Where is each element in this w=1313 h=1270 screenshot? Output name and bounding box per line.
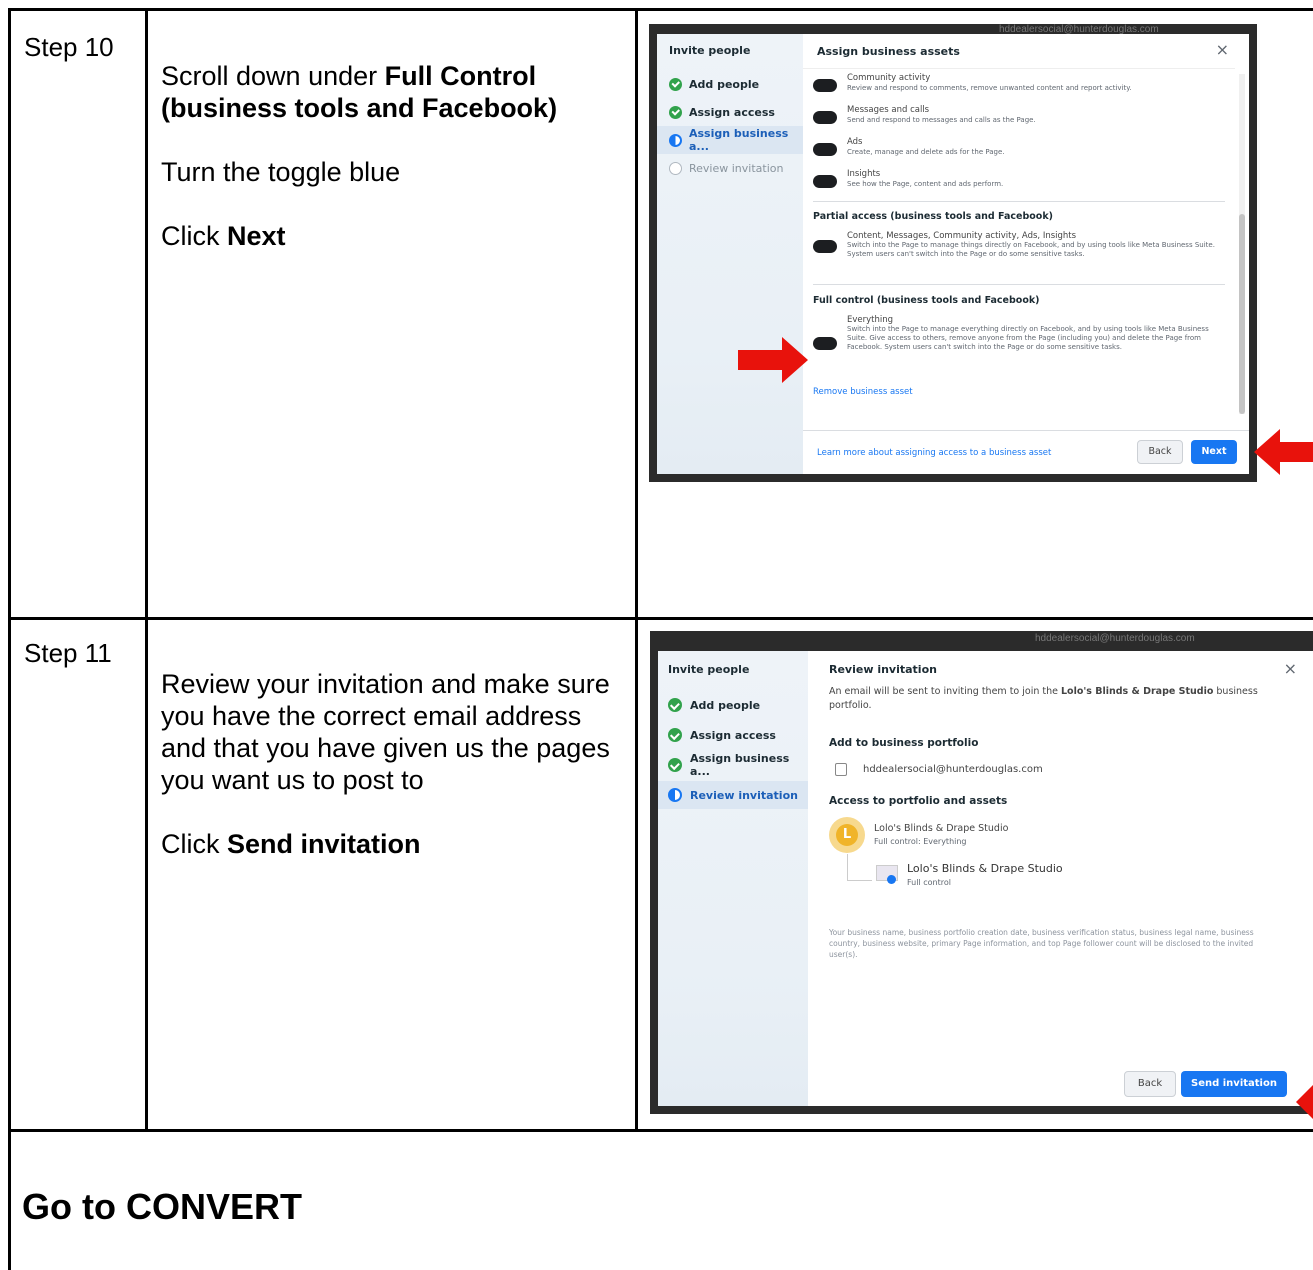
red-arrow-right-icon — [738, 337, 808, 383]
sidebar-step-assign-access[interactable]: Assign access — [657, 102, 803, 122]
section-divider — [813, 284, 1225, 285]
intro-text: An email will be sent to inviting them t… — [829, 686, 1258, 711]
check-circle-icon — [668, 758, 682, 772]
assets-scroll-area: Community activity Review and respond to… — [803, 68, 1235, 421]
person-badge-icon — [835, 763, 847, 776]
learn-more-link[interactable]: Learn more about assigning access to a b… — [817, 448, 1051, 458]
sidebar-step-add-people[interactable]: Add people — [658, 695, 808, 715]
sidebar-step-review[interactable]: Review invitation — [657, 158, 803, 178]
half-circle-progress-icon — [668, 788, 682, 802]
red-arrow-left-icon — [1254, 429, 1313, 475]
dialog-header: Review invitation — [829, 663, 937, 676]
permission-insights: Insights See how the Page, content and a… — [813, 169, 1003, 189]
permission-partial: Content, Messages, Community activity, A… — [813, 231, 1225, 259]
portfolio-access: Full control: Everything — [874, 837, 967, 846]
scrollbar-thumb[interactable] — [1239, 214, 1245, 414]
step-10-line-2: Turn the toggle blue — [161, 157, 401, 187]
step-10-line-1: Scroll down under Full Control (business… — [161, 61, 558, 123]
add-portfolio-heading: Add to business portfolio — [829, 737, 979, 749]
back-button[interactable]: Back — [1137, 440, 1183, 464]
full-control-heading: Full control (business tools and Faceboo… — [813, 295, 1040, 306]
half-circle-progress-icon — [669, 133, 682, 147]
table-col-divider-1 — [145, 8, 148, 1132]
disclosure-text: Your business name, business portfolio c… — [829, 928, 1254, 959]
table-border-left — [8, 8, 11, 1270]
close-icon[interactable]: × — [1216, 40, 1229, 59]
next-button[interactable]: Next — [1191, 440, 1237, 464]
permission-community: Community activity Review and respond to… — [813, 73, 1132, 93]
table-col-divider-2 — [635, 8, 638, 1132]
check-circle-icon — [669, 105, 682, 119]
back-button[interactable]: Back — [1124, 1071, 1176, 1097]
table-border-top — [8, 8, 1313, 11]
portfolio-name: Lolo's Blinds & Drape Studio — [874, 823, 1009, 834]
red-arrow-left-icon — [1296, 1085, 1313, 1119]
check-circle-icon — [669, 77, 682, 91]
table-border-row2-bottom — [8, 1129, 1313, 1132]
close-icon[interactable]: × — [1284, 659, 1297, 678]
step-10-instructions: Scroll down under Full Control (business… — [161, 60, 621, 252]
step-10-screenshot: hddealersocial@hunterdouglas.com Invite … — [649, 24, 1257, 482]
scrollbar[interactable] — [1239, 74, 1245, 414]
dialog-header: Assign business assets — [817, 45, 960, 58]
sidebar-step-add-people[interactable]: Add people — [657, 74, 803, 94]
partial-access-heading: Partial access (business tools and Faceb… — [813, 211, 1053, 222]
toggle-switch[interactable] — [813, 143, 837, 156]
page-name: Lolo's Blinds & Drape Studio — [907, 862, 1063, 875]
wizard-sidebar: Invite people Add people Assign access A… — [658, 651, 808, 1106]
toggle-switch[interactable] — [813, 175, 837, 188]
toggle-switch[interactable] — [813, 79, 837, 92]
full-control-toggle[interactable] — [813, 337, 837, 350]
permission-full-control: Everything Switch into the Page to manag… — [813, 315, 1225, 352]
sidebar-title: Invite people — [669, 44, 751, 57]
sidebar-step-assign-assets[interactable]: Assign business a... — [657, 126, 803, 154]
go-to-convert-heading: Go to CONVERT — [22, 1186, 302, 1227]
step-10-label: Step 10 — [24, 32, 114, 62]
check-circle-icon — [668, 698, 682, 712]
send-invitation-button[interactable]: Send invitation — [1181, 1071, 1287, 1097]
wizard-main: Assign business assets × Community activ… — [803, 34, 1249, 474]
sidebar-title: Invite people — [668, 663, 750, 676]
access-heading: Access to portfolio and assets — [829, 795, 1008, 807]
check-circle-icon — [668, 728, 682, 742]
page-access: Full control — [907, 878, 951, 887]
portfolio-avatar: L — [829, 817, 865, 853]
remove-asset-link[interactable]: Remove business asset — [813, 387, 913, 397]
facebook-icon — [887, 875, 896, 884]
table-border-mid — [8, 617, 1313, 620]
step-11-line-3: Click Send invitation — [161, 829, 421, 859]
wizard-sidebar: Invite people Add people Assign access A… — [657, 34, 803, 474]
empty-circle-icon — [669, 161, 682, 175]
review-dialog: Invite people Add people Assign access A… — [658, 651, 1313, 1106]
toggle-switch[interactable] — [813, 111, 837, 124]
wizard-main: Review invitation × An email will be sen… — [808, 651, 1313, 1106]
toggle-switch[interactable] — [813, 240, 837, 253]
sidebar-step-review[interactable]: Review invitation — [658, 781, 808, 809]
sidebar-step-assign-access[interactable]: Assign access — [658, 725, 808, 745]
step-11-screenshot: hddealersocial@hunterdouglas.com Invite … — [650, 631, 1313, 1114]
permission-ads: Ads Create, manage and delete ads for th… — [813, 137, 1005, 157]
search-bar-text: hddealersocial@hunterdouglas.com — [1035, 633, 1195, 644]
email-row: hddealersocial@hunterdouglas.com — [835, 763, 1043, 776]
tree-connector — [847, 854, 872, 881]
sidebar-step-assign-assets[interactable]: Assign business a... — [658, 752, 808, 778]
step-11-paragraph: Review your invitation and make sure you… — [161, 669, 610, 795]
step-11-label: Step 11 — [24, 638, 112, 668]
portfolio-initial: L — [836, 824, 858, 846]
invite-dialog: Invite people Add people Assign access A… — [657, 34, 1249, 474]
section-divider — [813, 201, 1225, 202]
step-10-line-3: Click Next — [161, 221, 286, 251]
step-11-instructions: Review your invitation and make sure you… — [161, 668, 629, 860]
permission-messages: Messages and calls Send and respond to m… — [813, 105, 1036, 125]
footer-divider — [803, 430, 1249, 431]
